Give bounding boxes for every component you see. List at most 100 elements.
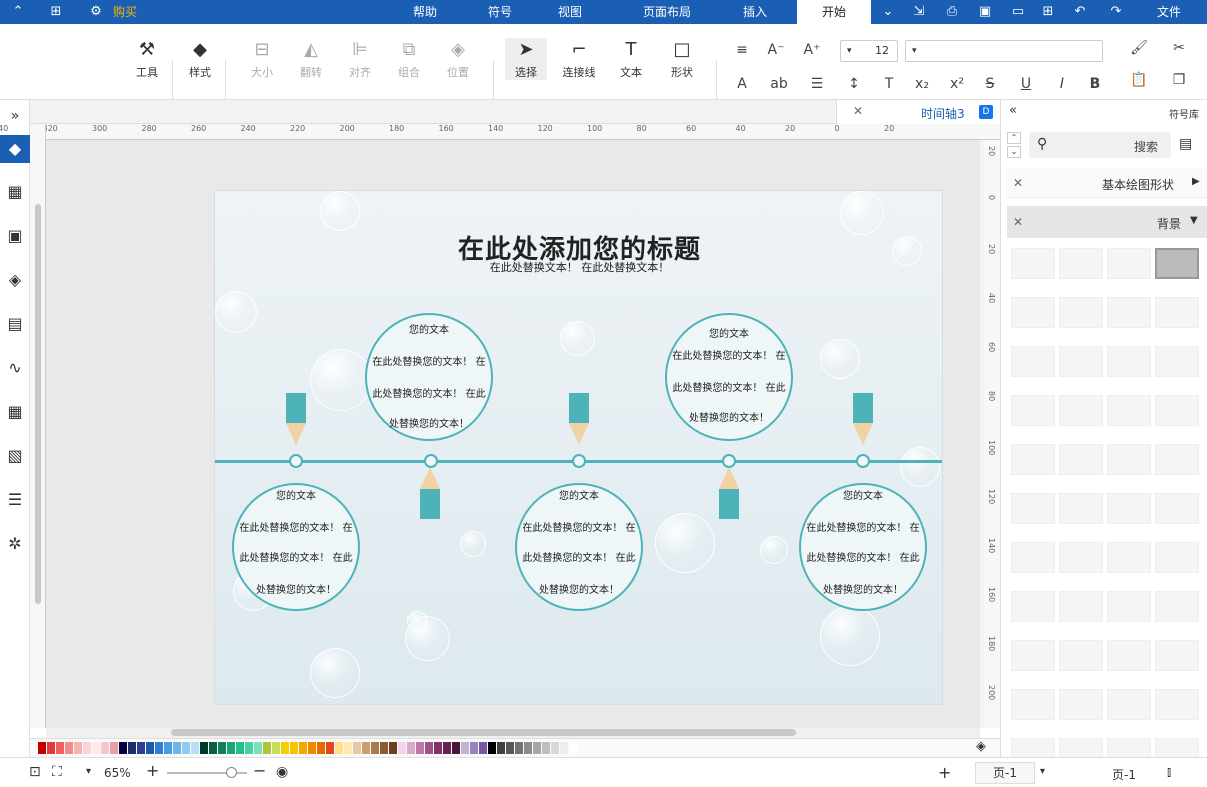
color-swatch[interactable]: [65, 742, 73, 754]
print-icon[interactable]: ⎙: [944, 4, 960, 20]
color-swatch[interactable]: [128, 742, 136, 754]
text-button[interactable]: T 文本: [614, 38, 648, 80]
background-thumbnail[interactable]: [1155, 444, 1199, 475]
background-thumbnail[interactable]: [1107, 248, 1151, 279]
table-icon[interactable]: ▦: [5, 402, 25, 422]
color-swatch[interactable]: [272, 742, 280, 754]
timeline-node[interactable]: [289, 454, 303, 468]
text-bubble[interactable]: 您的文本 在此处替换您的文本！ 在 此处替换您的文本！ 在此 处替换您的文本！: [365, 313, 493, 441]
paste-icon[interactable]: 📋: [1130, 72, 1148, 88]
underline-icon[interactable]: U: [1017, 76, 1035, 92]
background-thumbnail[interactable]: [1011, 738, 1055, 757]
tab-home[interactable]: 开始: [797, 0, 871, 24]
color-swatch[interactable]: [488, 742, 496, 754]
tab-symbol[interactable]: 符号: [470, 0, 530, 24]
background-thumbnail[interactable]: [1059, 738, 1103, 757]
background-thumbnail[interactable]: [1107, 297, 1151, 328]
line-spacing-icon[interactable]: ↕: [845, 76, 863, 92]
photo-icon[interactable]: ▧: [5, 446, 25, 466]
background-thumbnail[interactable]: [1107, 444, 1151, 475]
color-swatch[interactable]: [506, 742, 514, 754]
font-color-icon[interactable]: A: [733, 76, 751, 92]
export-icon[interactable]: ⇲: [911, 4, 927, 20]
chart-icon[interactable]: ∿: [5, 358, 25, 378]
background-thumbnail[interactable]: [1011, 346, 1055, 377]
zoom-level[interactable]: 65%: [104, 766, 131, 780]
tab-insert[interactable]: 插入: [725, 0, 785, 24]
chevron-up-icon[interactable]: ⌃: [10, 4, 26, 20]
diagram-page[interactable]: 在此处添加您的标题 在此处替换文本！ 在此处替换文本！ 您的文本 在此处替换您的…: [214, 190, 943, 705]
color-swatch[interactable]: [110, 742, 118, 754]
format-painter-icon[interactable]: ◆: [0, 135, 30, 163]
background-thumbnail[interactable]: [1011, 689, 1055, 720]
search-input[interactable]: ⚲ 搜索: [1029, 132, 1171, 158]
align-button[interactable]: ⊫ 对齐: [343, 38, 377, 80]
vertical-scroll-thumb[interactable]: [35, 204, 41, 604]
close-icon[interactable]: ✕: [1013, 176, 1023, 190]
shrink-font-icon[interactable]: A⁻: [767, 42, 785, 58]
background-thumbnail[interactable]: [1011, 640, 1055, 671]
timeline-node[interactable]: [856, 454, 870, 468]
font-size-select[interactable]: ▾ 12: [840, 40, 898, 62]
color-swatch[interactable]: [164, 742, 172, 754]
timeline-node[interactable]: [572, 454, 586, 468]
select-button[interactable]: ➤ 选择: [505, 38, 547, 80]
background-thumbnail[interactable]: [1059, 493, 1103, 524]
color-swatch[interactable]: [416, 742, 424, 754]
pencil-marker[interactable]: [286, 393, 306, 455]
color-swatch[interactable]: [560, 742, 568, 754]
background-thumbnail[interactable]: [1107, 542, 1151, 573]
color-swatch[interactable]: [83, 742, 91, 754]
background-thumbnail[interactable]: [1059, 395, 1103, 426]
pencil-marker[interactable]: [420, 467, 440, 529]
background-thumbnail[interactable]: [1059, 689, 1103, 720]
color-swatch[interactable]: [398, 742, 406, 754]
color-swatch[interactable]: [452, 742, 460, 754]
color-swatch[interactable]: [344, 742, 352, 754]
page-icon[interactable]: ▤: [5, 314, 25, 334]
buy-button[interactable]: 购买: [113, 4, 137, 20]
color-swatch[interactable]: [290, 742, 298, 754]
subscript-icon[interactable]: x₂: [913, 76, 931, 92]
background-thumbnail[interactable]: [1107, 395, 1151, 426]
library-icon[interactable]: ▤: [1179, 136, 1192, 152]
background-thumbnail[interactable]: [1107, 493, 1151, 524]
copy-icon[interactable]: ❐: [1170, 72, 1188, 88]
superscript-icon[interactable]: x²: [948, 76, 966, 92]
color-swatch[interactable]: [74, 742, 82, 754]
color-swatch[interactable]: [479, 742, 487, 754]
align-icon[interactable]: ≡: [733, 42, 751, 58]
background-thumbnail[interactable]: [1107, 738, 1151, 757]
background-thumbnail[interactable]: [1059, 591, 1103, 622]
color-swatch[interactable]: [182, 742, 190, 754]
color-swatch[interactable]: [326, 742, 334, 754]
background-thumbnail[interactable]: [1059, 346, 1103, 377]
background-thumbnail[interactable]: [1011, 297, 1055, 328]
italic-icon[interactable]: I: [1053, 76, 1071, 92]
background-thumbnail[interactable]: [1155, 738, 1199, 757]
pencil-marker[interactable]: [719, 467, 739, 529]
section-background[interactable]: ✕ 背景 ▼: [1007, 206, 1207, 238]
gantt-icon[interactable]: ☰: [5, 490, 25, 510]
color-swatch[interactable]: [191, 742, 199, 754]
tab-page-layout[interactable]: 页面布局: [627, 0, 707, 24]
mindmap-icon[interactable]: ✲: [5, 534, 25, 554]
text-bubble[interactable]: 您的文本 在此处替换您的文本！ 在 此处替换您的文本！ 在此 处替换您的文本！: [232, 483, 360, 611]
close-icon[interactable]: ✕: [853, 104, 863, 118]
add-page-icon[interactable]: +: [938, 763, 951, 782]
page-menu-icon[interactable]: ▾: [1040, 766, 1045, 777]
collapse-icon[interactable]: «: [1009, 103, 1017, 118]
strikethrough-icon[interactable]: S: [981, 76, 999, 92]
color-swatch[interactable]: [155, 742, 163, 754]
color-swatch[interactable]: [443, 742, 451, 754]
tab-file[interactable]: 文件: [1143, 0, 1195, 24]
color-swatch[interactable]: [389, 742, 397, 754]
position-button[interactable]: ◈ 位置: [441, 38, 475, 80]
background-thumbnail[interactable]: [1011, 444, 1055, 475]
flip-button[interactable]: ◭ 翻转: [294, 38, 328, 80]
apps-icon[interactable]: ⊞: [48, 4, 64, 20]
settings-icon[interactable]: ⚙: [88, 4, 104, 20]
horizontal-scroll-thumb[interactable]: [171, 729, 796, 736]
background-thumbnail[interactable]: [1155, 297, 1199, 328]
color-swatch[interactable]: [551, 742, 559, 754]
